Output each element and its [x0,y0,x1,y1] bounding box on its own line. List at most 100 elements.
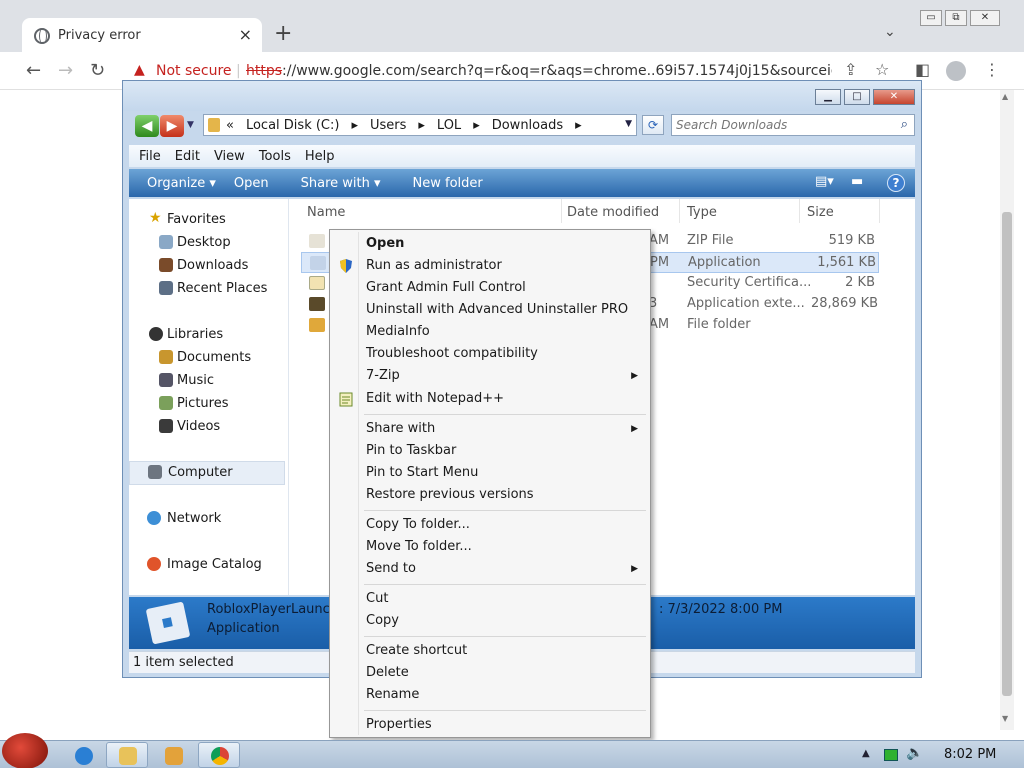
breadcrumb-chevron-icon[interactable]: ▸ [351,118,358,133]
menu-item-pin-start[interactable]: Pin to Start Menu [332,462,648,484]
column-divider[interactable] [679,199,680,223]
more-menu-icon[interactable]: ⋮ [984,60,1000,79]
restore-button[interactable]: ⧉ [945,10,967,26]
explorer-maximize-button[interactable]: □ [844,89,870,105]
breadcrumb-overflow[interactable]: « [226,118,234,133]
breadcrumb-downloads[interactable]: Downloads [492,118,563,133]
browser-tab[interactable]: Privacy error × [22,18,262,52]
scrollbar-thumb[interactable] [1002,212,1012,696]
menu-item-pin-taskbar[interactable]: Pin to Taskbar [332,440,648,462]
scroll-up-icon[interactable]: ▲ [1002,92,1008,101]
menu-item-grant-admin[interactable]: Grant Admin Full Control [332,277,648,299]
recent-pages-icon[interactable]: ▼ [187,120,194,130]
start-button[interactable] [2,733,48,768]
tab-search-icon[interactable]: ⌄ [884,24,896,40]
menu-item-open[interactable]: Open [332,233,648,255]
column-name[interactable]: Name [307,205,345,220]
volume-icon[interactable]: 🔈 [906,745,923,761]
explorer-close-button[interactable]: ✕ [873,89,915,105]
menu-item-copy[interactable]: Copy [332,610,648,632]
menu-tools[interactable]: Tools [259,149,291,164]
nav-documents[interactable]: Documents [129,347,287,369]
address-dropdown-icon[interactable]: ▼ [625,119,632,129]
search-icon[interactable]: ⌕ [901,117,908,132]
url-text[interactable]: https://www.google.com/search?q=r&oq=r&a… [246,63,832,79]
menu-item-restore-versions[interactable]: Restore previous versions [332,484,648,506]
view-options-icon[interactable]: ▤▾ [815,174,834,190]
network-status-icon[interactable] [884,749,898,761]
bookmark-star-icon[interactable]: ☆ [875,60,889,79]
breadcrumb-chevron-icon[interactable]: ▸ [473,118,480,133]
nav-libraries[interactable]: Libraries [129,324,287,346]
breadcrumb-users[interactable]: Users [370,118,406,133]
menu-item-mediainfo[interactable]: MediaInfo [332,321,648,343]
menu-item-uninstall[interactable]: Uninstall with Advanced Uninstaller PRO [332,299,648,321]
menu-item-run-as-administrator[interactable]: Run as administrator [332,255,648,277]
side-panel-icon[interactable]: ◧ [915,60,930,79]
clock[interactable]: 8:02 PM [944,747,996,762]
menu-item-copy-to[interactable]: Copy To folder... [332,514,648,536]
profile-avatar-icon[interactable] [946,61,966,81]
search-box[interactable]: ⌕ [671,114,915,136]
search-input[interactable] [676,117,886,133]
help-icon[interactable]: ? [887,174,905,192]
column-size[interactable]: Size [807,205,834,220]
share-icon[interactable]: ⇪ [844,60,857,79]
nav-pictures[interactable]: Pictures [129,393,287,415]
preview-pane-icon[interactable]: ▬ [851,174,869,190]
explorer-minimize-button[interactable]: ▁ [815,89,841,105]
open-button[interactable]: Open [234,176,269,191]
menu-help[interactable]: Help [305,149,335,164]
page-scrollbar[interactable]: ▲ ▼ [1000,90,1014,730]
explorer-back-button[interactable]: ◀ [135,115,159,137]
breadcrumb-chevron-icon[interactable]: ▸ [418,118,425,133]
column-divider[interactable] [561,199,562,223]
not-secure-label[interactable]: Not secure [156,63,232,79]
nav-music[interactable]: Music [129,370,287,392]
nav-image-catalog[interactable]: Image Catalog [129,554,287,576]
breadcrumb-lol[interactable]: LOL [437,118,461,133]
menu-item-notepad[interactable]: Edit with Notepad++ [332,388,648,410]
tab-close-icon[interactable]: × [239,25,252,44]
taskbar-media-player[interactable] [152,742,194,768]
close-button[interactable]: ✕ [970,10,1000,26]
forward-arrow-icon[interactable]: → [58,60,73,81]
menu-item-properties[interactable]: Properties [332,714,648,736]
menu-item-move-to[interactable]: Move To folder... [332,536,648,558]
nav-computer[interactable]: Computer [129,461,285,485]
nav-videos[interactable]: Videos [129,416,287,438]
menu-item-delete[interactable]: Delete [332,662,648,684]
nav-downloads[interactable]: Downloads [129,255,287,277]
menu-item-cut[interactable]: Cut [332,588,648,610]
breadcrumb-local-disk[interactable]: Local Disk (C:) [246,118,339,133]
taskbar-chrome[interactable] [198,742,240,768]
minimize-button[interactable]: ▭ [920,10,942,26]
back-arrow-icon[interactable]: ← [26,60,41,81]
reload-icon[interactable]: ↻ [90,60,105,81]
explorer-forward-button[interactable]: ▶ [160,115,184,137]
menu-item-7zip[interactable]: 7-Zip ▶ [332,365,648,387]
menu-file[interactable]: File [139,149,161,164]
column-divider[interactable] [799,199,800,223]
refresh-button[interactable]: ⟳ [642,115,664,135]
new-folder-button[interactable]: New folder [413,176,483,191]
taskbar-ie[interactable] [62,742,104,768]
organize-button[interactable]: Organize ▾ [147,176,216,191]
taskbar-explorer[interactable] [106,742,148,768]
nav-desktop[interactable]: Desktop [129,232,287,254]
nav-recent-places[interactable]: Recent Places [129,278,287,300]
nav-network[interactable]: Network [129,508,287,530]
show-hidden-icons[interactable]: ▲ [862,748,870,759]
column-divider[interactable] [879,199,880,223]
menu-item-create-shortcut[interactable]: Create shortcut [332,640,648,662]
menu-edit[interactable]: Edit [175,149,200,164]
menu-item-share-with[interactable]: Share with ▶ [332,418,648,440]
scroll-down-icon[interactable]: ▼ [1002,714,1008,723]
nav-favorites[interactable]: ★ Favorites [129,209,287,231]
menu-item-rename[interactable]: Rename [332,684,648,706]
new-tab-button[interactable]: + [274,22,292,46]
menu-item-send-to[interactable]: Send to ▶ [332,558,648,580]
share-with-button[interactable]: Share with ▾ [301,176,381,191]
column-date-modified[interactable]: Date modified [567,205,659,220]
menu-item-troubleshoot[interactable]: Troubleshoot compatibility [332,343,648,365]
